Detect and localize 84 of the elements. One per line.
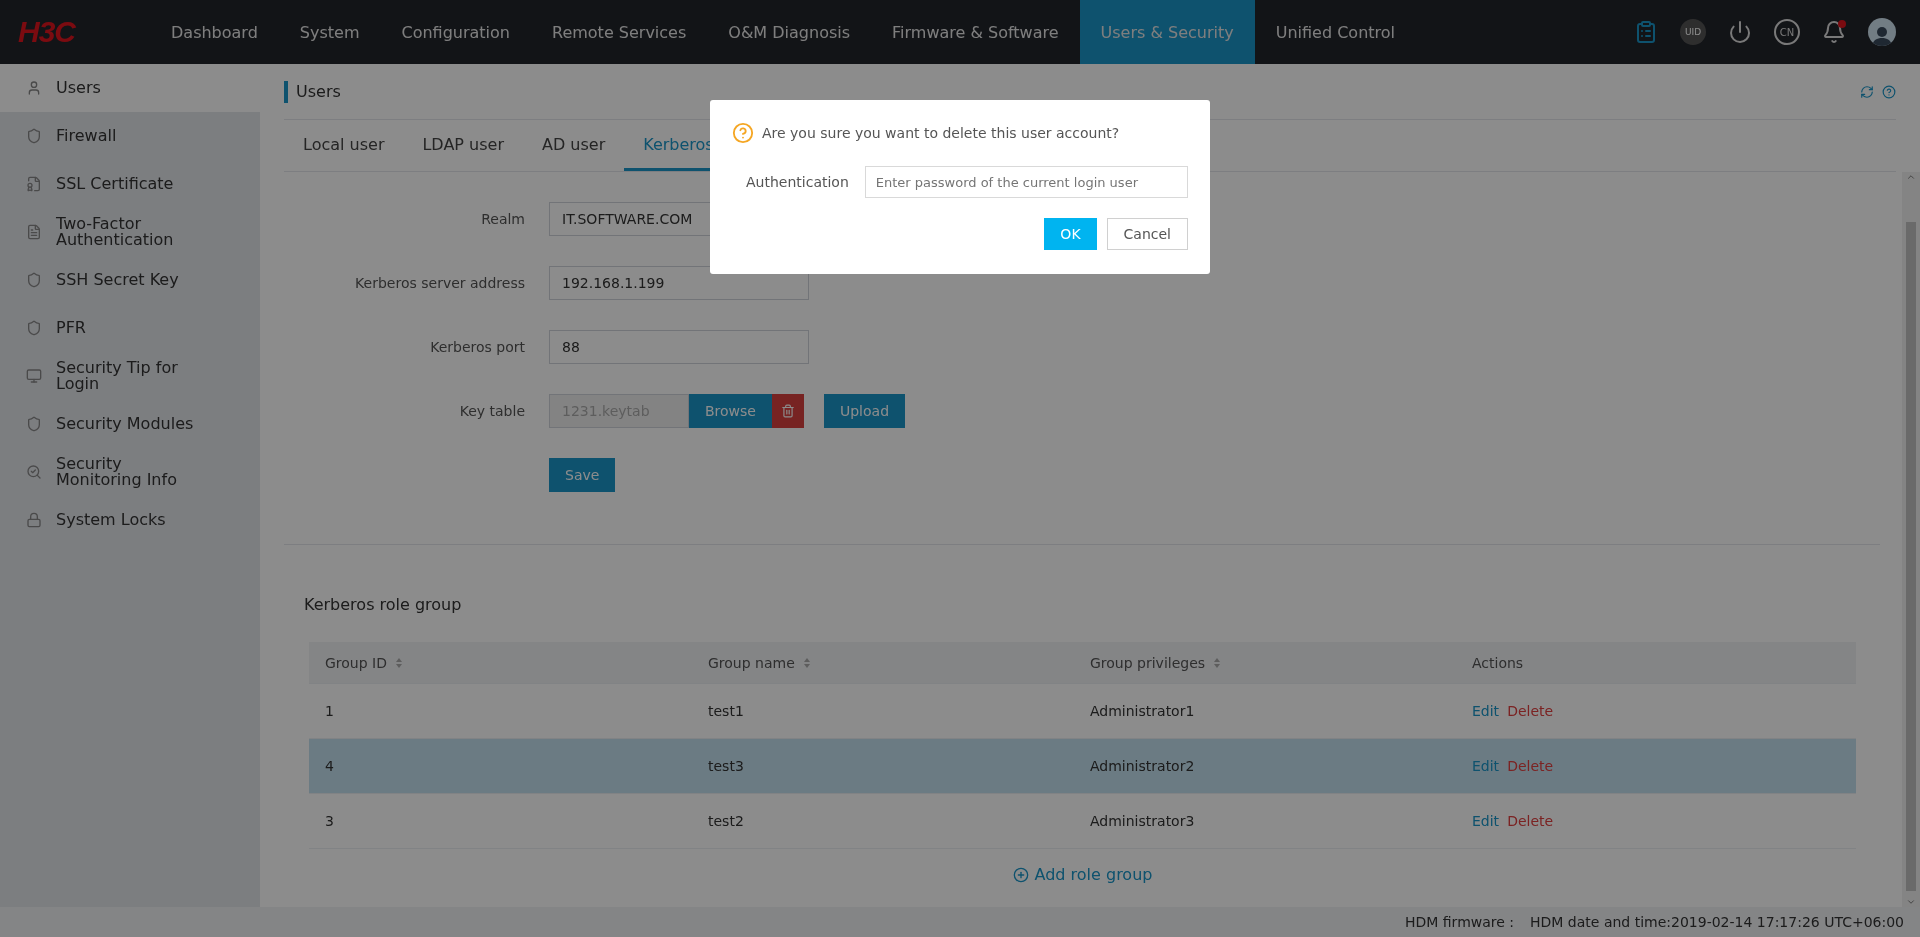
sort-icon[interactable] xyxy=(395,656,403,669)
clipboard-icon[interactable] xyxy=(1634,20,1658,44)
input-field[interactable]: 88 xyxy=(549,330,809,364)
plus-circle-icon xyxy=(1012,866,1029,883)
sidebar-item[interactable]: System Locks xyxy=(0,496,260,544)
sidebar-item[interactable]: Security Monitoring Info xyxy=(0,448,260,496)
help-icon[interactable] xyxy=(1882,84,1896,99)
shield-icon xyxy=(26,320,42,336)
question-icon xyxy=(732,122,754,144)
section-title: Kerberos role group xyxy=(304,595,463,614)
table-cell: test1 xyxy=(708,703,744,719)
table-cell: Administrator1 xyxy=(1090,703,1195,719)
scroll-up-icon[interactable] xyxy=(1906,172,1916,182)
sidebar-item[interactable]: SSL Certificate xyxy=(0,160,260,208)
monitor-icon xyxy=(26,368,42,384)
add-role-group-button[interactable]: Add role group xyxy=(1012,849,1153,900)
nav-tab[interactable]: Users & Security xyxy=(1079,0,1255,64)
delete-file-button[interactable] xyxy=(772,394,804,428)
date-time: HDM date and time:2019-02-14 17:17:26 UTC+06:00 xyxy=(1530,914,1904,930)
refresh-icon[interactable] xyxy=(1860,84,1874,99)
nav-tab[interactable]: O&M Diagnosis xyxy=(707,0,872,64)
edit-link[interactable]: Edit xyxy=(1472,813,1500,829)
table-cell: test3 xyxy=(708,758,744,774)
field-label: Key table xyxy=(458,403,525,419)
tab[interactable]: Local user xyxy=(284,120,404,171)
table-cell: 1 xyxy=(325,703,334,719)
ok-button[interactable]: OK xyxy=(1044,218,1097,250)
column-header: Actions xyxy=(1472,654,1524,671)
tab[interactable]: AD user xyxy=(523,120,625,171)
nav-tab[interactable]: Dashboard xyxy=(150,0,279,64)
column-header: Group privileges xyxy=(1090,654,1206,671)
sidebar-item[interactable]: PFR xyxy=(0,304,260,352)
table-cell: test2 xyxy=(708,813,744,829)
avatar[interactable] xyxy=(1868,18,1896,46)
delete-link[interactable]: Delete xyxy=(1507,758,1554,774)
sidebar-item[interactable]: Security Tip for Login xyxy=(0,352,260,400)
sidebar-item[interactable]: Two-Factor Authentication xyxy=(0,208,260,256)
table-cell: 3 xyxy=(325,813,334,829)
dialog-message: Are you sure you want to delete this user account? xyxy=(762,125,1120,141)
field-label: Authentication xyxy=(746,174,849,190)
nav-tab[interactable]: Remote Services xyxy=(531,0,708,64)
save-button[interactable]: Save xyxy=(549,458,616,492)
bell-icon[interactable] xyxy=(1822,20,1846,44)
delete-link[interactable]: Delete xyxy=(1507,703,1554,719)
edit-link[interactable]: Edit xyxy=(1472,703,1500,719)
column-header: Group name xyxy=(708,654,795,671)
tab[interactable]: LDAP user xyxy=(403,120,523,171)
scrollbar[interactable] xyxy=(1902,172,1920,907)
nav-tab[interactable]: Firmware & Software xyxy=(871,0,1080,64)
search-icon xyxy=(26,464,42,480)
lock-icon xyxy=(26,512,42,528)
sidebar-item[interactable]: Security Modules xyxy=(0,400,260,448)
field-label: Kerberos port xyxy=(429,339,525,355)
nav-tab[interactable]: Configuration xyxy=(380,0,531,64)
password-field[interactable]: Enter password of the current login user xyxy=(864,166,1188,198)
cancel-button[interactable]: Cancel xyxy=(1106,218,1188,250)
shield-icon xyxy=(26,272,42,288)
table-cell: 4 xyxy=(325,758,334,774)
field-label: Kerberos server address xyxy=(354,275,525,291)
shield-icon xyxy=(26,128,42,144)
table-cell: Administrator3 xyxy=(1090,813,1195,829)
column-header: Group ID xyxy=(325,654,387,671)
shield-icon xyxy=(26,416,42,432)
delete-link[interactable]: Delete xyxy=(1507,813,1554,829)
sidebar-item[interactable]: Users xyxy=(0,64,260,112)
sidebar-item[interactable]: SSH Secret Key xyxy=(0,256,260,304)
uid-button[interactable]: UID xyxy=(1680,19,1706,45)
field-label: Realm xyxy=(480,211,525,227)
power-icon[interactable] xyxy=(1728,20,1752,44)
nav-tab[interactable]: System xyxy=(278,0,381,64)
input-field[interactable]: 192.168.1.199 xyxy=(549,266,809,300)
certificate-icon xyxy=(26,176,42,192)
user-icon xyxy=(26,80,42,96)
document-icon xyxy=(26,224,42,240)
trash-icon xyxy=(781,404,795,418)
page-title: Users xyxy=(296,82,341,101)
sidebar-item[interactable]: Firewall xyxy=(0,112,260,160)
scroll-down-icon[interactable] xyxy=(1906,897,1916,907)
sort-icon[interactable] xyxy=(1213,656,1222,669)
table-cell: Administrator2 xyxy=(1090,758,1195,774)
firmware-label: HDM firmware : xyxy=(1404,914,1515,930)
sort-icon[interactable] xyxy=(802,656,811,669)
language-button[interactable]: CN xyxy=(1774,19,1800,45)
logo: H3C xyxy=(17,14,77,50)
